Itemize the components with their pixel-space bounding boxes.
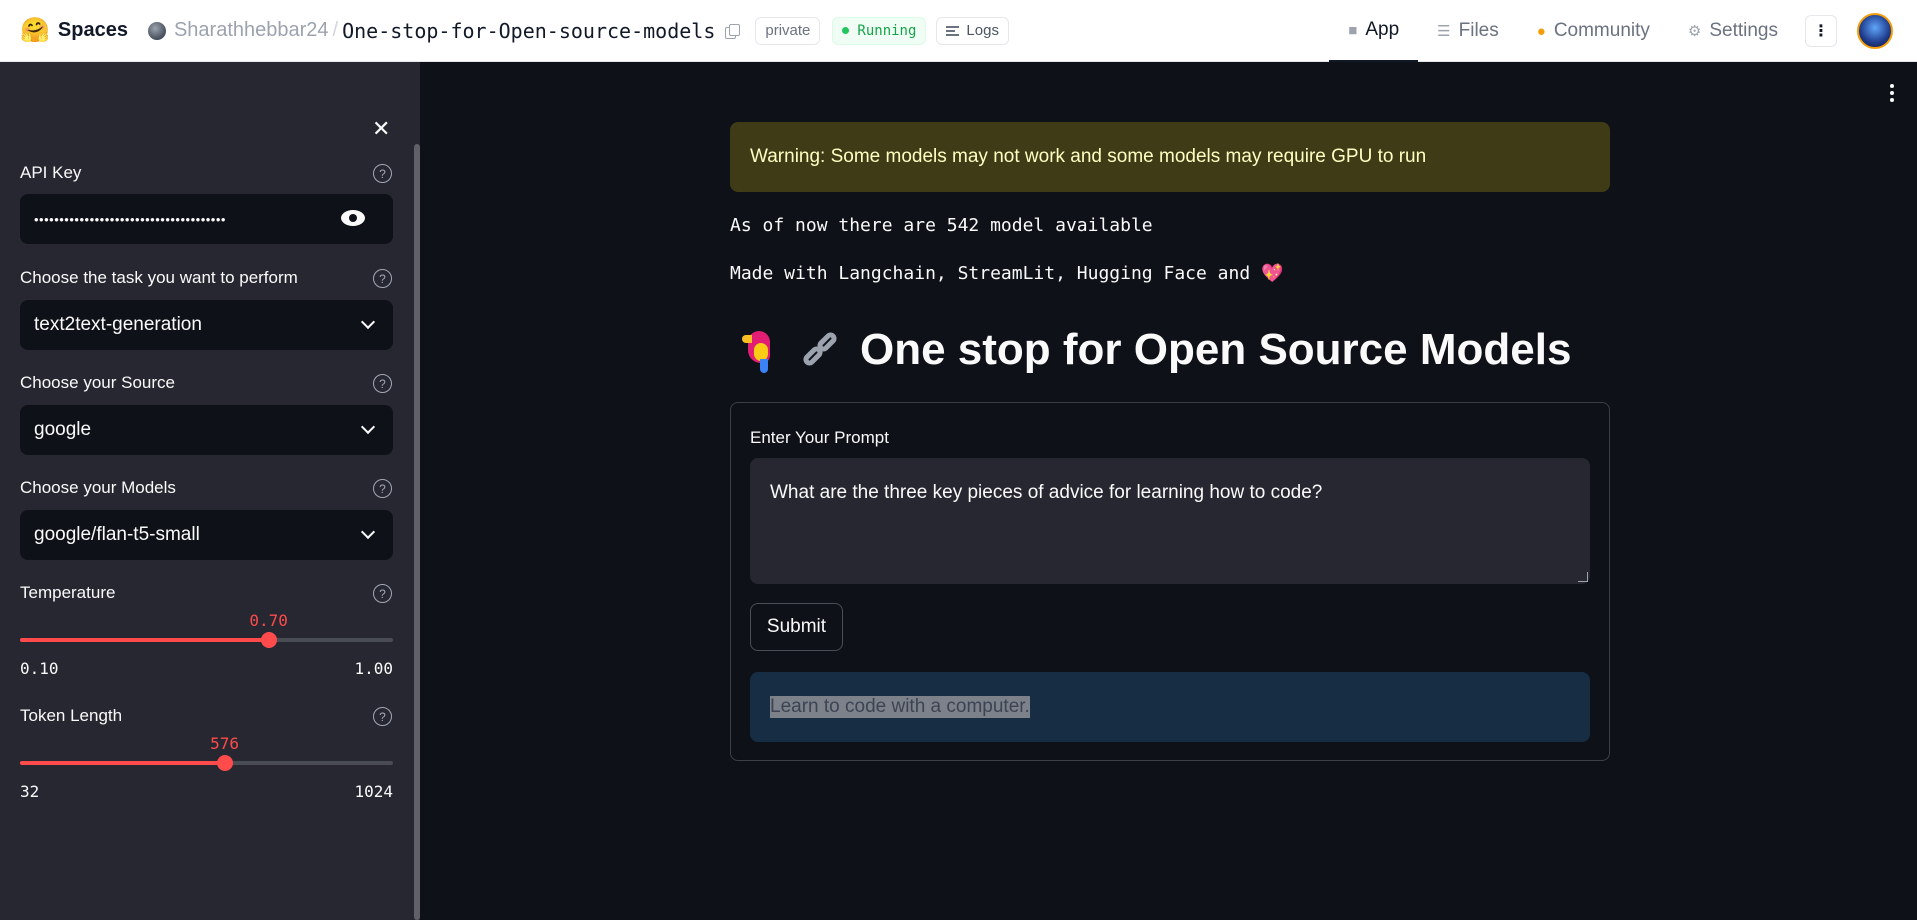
temperature-max: 1.00	[354, 659, 393, 678]
token-length-slider[interactable]	[20, 755, 393, 771]
sidebar: ✕ API Key ? ••••••••••••••••••••••••••••…	[0, 62, 420, 920]
prompt-label: Enter Your Prompt	[750, 428, 889, 447]
help-icon[interactable]: ?	[373, 164, 392, 183]
tab-label: Files	[1458, 20, 1499, 41]
help-icon[interactable]: ?	[373, 584, 392, 603]
link-icon	[798, 328, 842, 372]
parrot-icon	[738, 325, 782, 375]
token-length-label: Token Length	[20, 706, 123, 725]
help-icon[interactable]: ?	[373, 374, 392, 393]
owner-avatar[interactable]	[147, 21, 166, 40]
token-length-min: 32	[20, 782, 40, 801]
logs-label: Logs	[966, 22, 999, 39]
sidebar-scrollbar[interactable]	[414, 144, 420, 920]
copy-icon[interactable]	[725, 23, 741, 39]
eye-icon[interactable]	[341, 210, 365, 226]
api-key-input[interactable]: ••••••••••••••••••••••••••••••••••••••	[20, 194, 393, 244]
temperature-slider-thumb[interactable]	[260, 632, 277, 648]
source-label: Choose your Source	[20, 373, 175, 392]
repo-name[interactable]: One-stop-for-Open-source-models	[342, 19, 715, 43]
task-label: Choose the task you want to perform	[20, 268, 298, 287]
help-icon[interactable]: ?	[373, 269, 392, 288]
heart-icon: 💖	[1261, 263, 1284, 284]
gear-icon: ⚙	[1687, 23, 1702, 40]
chevron-down-icon	[360, 419, 376, 435]
token-length-max: 1024	[354, 782, 393, 801]
user-avatar[interactable]	[1857, 13, 1893, 49]
result-text: Learn to code with a computer.	[770, 696, 1030, 718]
temperature-value: 0.70	[249, 611, 288, 630]
api-key-label: API Key	[20, 163, 82, 182]
community-icon: ●	[1536, 22, 1546, 40]
status-badge[interactable]: Running	[832, 16, 927, 45]
result-box: Learn to code with a computer.	[750, 672, 1590, 742]
temperature-slider-fill	[20, 638, 269, 642]
tab-settings[interactable]: ⚙ Settings	[1669, 0, 1797, 62]
made-with-line: Made with Langchain, StreamLit, Hugging …	[730, 263, 1283, 284]
task-value: text2text-generation	[34, 314, 202, 335]
status-label: Running	[857, 22, 917, 39]
models-label: Choose your Models	[20, 478, 176, 497]
page-title: One stop for Open Source Models	[730, 325, 1571, 375]
help-icon[interactable]: ?	[373, 479, 392, 498]
space-nav: ■ App ☰ Files ● Community ⚙ Settings ⋮	[1329, 0, 1917, 62]
chevron-down-icon	[360, 314, 376, 330]
logs-button[interactable]: Logs	[936, 16, 1009, 45]
temperature-min: 0.10	[20, 659, 59, 678]
main-menu-icon[interactable]	[1890, 84, 1894, 102]
logs-icon	[946, 25, 960, 36]
tab-files[interactable]: ☰ Files	[1418, 0, 1518, 62]
help-icon[interactable]: ?	[373, 707, 392, 726]
models-select[interactable]: google/flan-t5-small	[20, 510, 393, 560]
status-dot-icon	[842, 27, 850, 34]
warning-banner: Warning: Some models may not work and so…	[730, 122, 1610, 192]
tab-label: App	[1365, 19, 1400, 40]
token-length-slider-thumb[interactable]	[216, 755, 233, 771]
models-value: google/flan-t5-small	[34, 524, 200, 545]
prompt-value: What are the three key pieces of advice …	[770, 482, 1323, 503]
token-length-value: 576	[210, 734, 239, 753]
chevron-down-icon	[360, 524, 376, 540]
owner-link[interactable]: Sharathhebbar24	[174, 19, 329, 42]
breadcrumb-separator: /	[332, 19, 339, 41]
prompt-textarea[interactable]: What are the three key pieces of advice …	[750, 458, 1590, 584]
warning-text: Warning: Some models may not work and so…	[750, 146, 1427, 167]
prompt-form: Enter Your Prompt What are the three key…	[730, 402, 1610, 761]
model-count-text: As of now there are 542 model available	[730, 215, 1153, 236]
page-title-text: One stop for Open Source Models	[860, 325, 1572, 374]
made-with-text: Made with Langchain, StreamLit, Hugging …	[730, 263, 1251, 284]
spaces-link[interactable]: Spaces	[58, 19, 128, 42]
tab-label: Settings	[1709, 20, 1778, 41]
source-select[interactable]: google	[20, 405, 393, 455]
more-options-button[interactable]: ⋮	[1805, 15, 1837, 47]
resize-handle-icon[interactable]	[1578, 572, 1588, 582]
token-length-slider-fill	[20, 761, 225, 765]
temperature-slider[interactable]	[20, 632, 393, 648]
tab-label: Community	[1553, 20, 1650, 41]
hf-topbar: 🤗 Spaces Sharathhebbar24 / One-stop-for-…	[0, 0, 1917, 62]
cube-icon: ■	[1348, 21, 1358, 39]
tab-community[interactable]: ● Community	[1518, 0, 1669, 62]
visibility-badge: private	[755, 16, 821, 45]
hugging-face-logo-icon[interactable]: 🤗	[20, 16, 50, 45]
submit-button[interactable]: Submit	[750, 603, 843, 651]
task-select[interactable]: text2text-generation	[20, 300, 393, 350]
source-value: google	[34, 419, 92, 440]
files-icon: ☰	[1437, 23, 1451, 40]
api-key-value: ••••••••••••••••••••••••••••••••••••••	[34, 211, 226, 227]
close-sidebar-icon[interactable]: ✕	[372, 116, 390, 142]
temperature-label: Temperature	[20, 583, 116, 602]
tab-app[interactable]: ■ App	[1329, 0, 1419, 62]
